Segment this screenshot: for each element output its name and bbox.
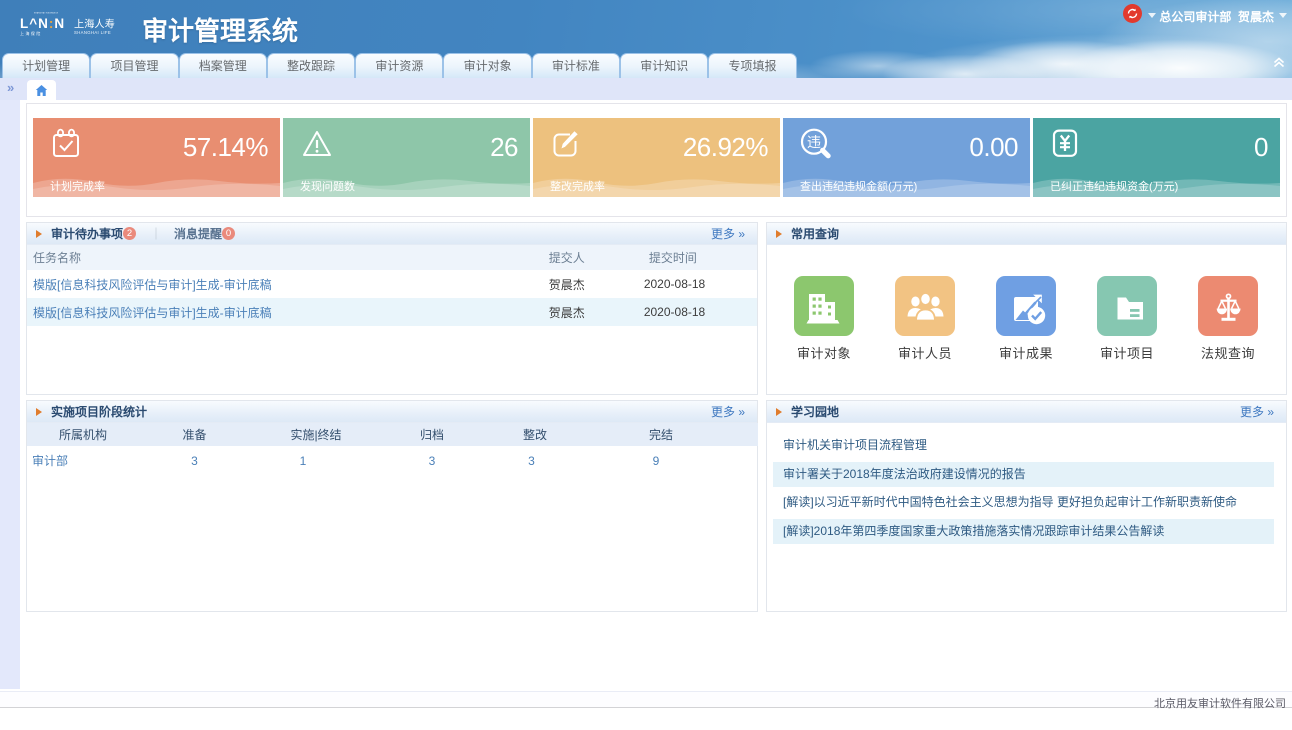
svg-text:违: 违 bbox=[807, 134, 821, 150]
